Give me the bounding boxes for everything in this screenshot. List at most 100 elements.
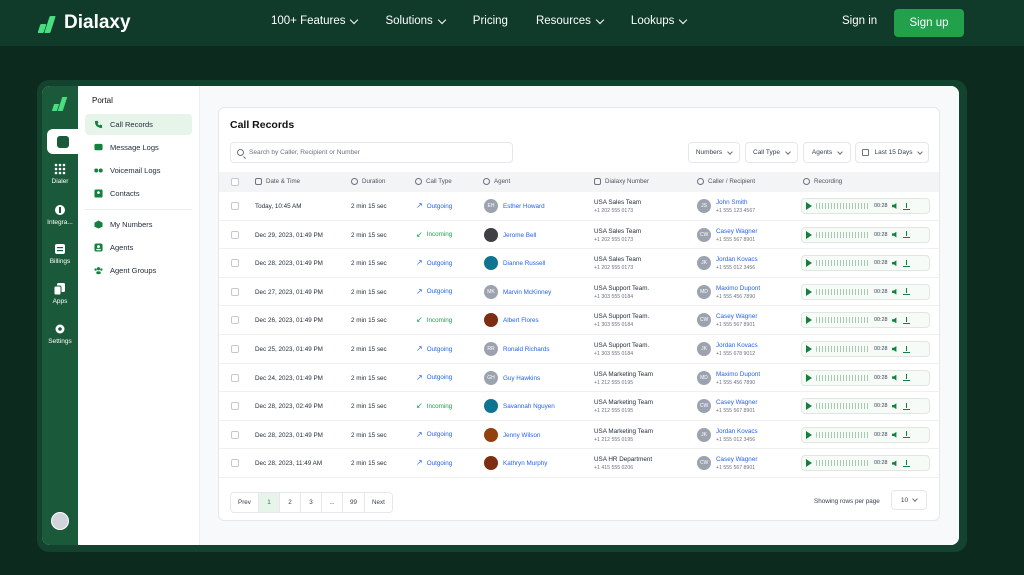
row-agent-link[interactable]: Esther Howard <box>503 203 545 210</box>
filter-call-type[interactable]: Call Type <box>745 142 798 163</box>
row-agent-link[interactable]: Jenny Wilson <box>503 432 540 439</box>
row-agent-link[interactable]: Guy Hawkins <box>503 375 540 382</box>
contact-link[interactable]: Jordan Kovacs <box>716 256 758 263</box>
sidebar-item-agents[interactable]: Agents <box>85 237 192 258</box>
sidebar-item-voicemail-logs[interactable]: Voicemail Logs <box>85 160 192 181</box>
column-dialaxy-number[interactable]: Dialaxy Number <box>594 178 649 185</box>
row-agent-link[interactable]: Kathryn Murphy <box>503 460 547 467</box>
row-checkbox[interactable] <box>231 259 239 268</box>
row-checkbox[interactable] <box>231 402 239 411</box>
play-icon[interactable] <box>806 430 812 439</box>
waveform[interactable] <box>816 203 870 209</box>
row-checkbox[interactable] <box>231 202 239 210</box>
row-checkbox[interactable] <box>231 316 239 325</box>
volume-icon[interactable] <box>891 431 897 438</box>
download-icon[interactable] <box>902 231 910 239</box>
download-icon[interactable] <box>902 459 910 467</box>
column-date-time[interactable]: Date & Time <box>255 178 300 185</box>
sidebar-item-contacts[interactable]: Contacts <box>85 183 192 204</box>
volume-icon[interactable] <box>891 288 897 295</box>
download-icon[interactable] <box>902 259 910 267</box>
rail-dialer[interactable]: Dialer <box>42 163 78 185</box>
rail-portal-button[interactable] <box>47 129 78 154</box>
nav-features[interactable]: 100+ Features <box>271 15 359 27</box>
next-page-button[interactable]: Next <box>364 493 392 512</box>
rows-per-page-select[interactable]: 10 <box>891 490 927 510</box>
column-agent[interactable]: Agent <box>483 178 510 185</box>
contact-link[interactable]: Casey Wagner <box>716 456 757 463</box>
rail-apps[interactable]: Apps <box>42 283 78 305</box>
column-duration[interactable]: Duration <box>351 178 385 185</box>
volume-icon[interactable] <box>891 374 897 381</box>
select-all-checkbox[interactable] <box>231 178 239 186</box>
nav-lookups[interactable]: Lookups <box>631 15 688 27</box>
contact-link[interactable]: Casey Wagner <box>716 313 757 320</box>
row-checkbox[interactable] <box>231 373 239 382</box>
download-icon[interactable] <box>902 202 910 210</box>
volume-icon[interactable] <box>891 203 897 209</box>
sign-up-button[interactable]: Sign up <box>894 9 964 37</box>
row-agent-link[interactable]: Dianne Russell <box>503 260 545 267</box>
column-recording[interactable]: Recording <box>803 178 842 185</box>
download-icon[interactable] <box>902 345 910 353</box>
volume-icon[interactable] <box>891 231 897 238</box>
page-button-2[interactable]: 2 <box>279 493 301 512</box>
table-row[interactable]: Dec 28, 2023, 01:49 PM 2 min 15 sec ↗ Outgo… <box>219 421 939 450</box>
waveform[interactable] <box>816 260 870 267</box>
row-checkbox[interactable] <box>231 345 239 353</box>
row-agent-link[interactable]: Savannah Nguyen <box>503 403 555 410</box>
table-row[interactable]: Dec 28, 2023, 01:49 PM 2 min 15 sec ↗ Outgo… <box>219 249 939 278</box>
download-icon[interactable] <box>902 374 910 382</box>
sidebar-item-message-logs[interactable]: Message Logs <box>85 137 192 158</box>
page-button-99[interactable]: 99 <box>342 493 365 512</box>
contact-link[interactable]: Casey Wagner <box>716 228 757 235</box>
play-icon[interactable] <box>806 345 812 353</box>
column-call-type[interactable]: Call Type <box>415 178 452 185</box>
row-agent-link[interactable]: Jerome Bell <box>503 232 536 239</box>
volume-icon[interactable] <box>891 346 897 352</box>
volume-icon[interactable] <box>891 403 897 410</box>
play-icon[interactable] <box>806 202 812 210</box>
page-button-3[interactable]: 3 <box>300 493 322 512</box>
sidebar-item-agent-groups[interactable]: Agent Groups <box>85 260 192 281</box>
contact-link[interactable]: Maximo Dupont <box>716 285 760 292</box>
user-avatar[interactable] <box>51 512 69 530</box>
download-icon[interactable] <box>902 316 910 324</box>
waveform[interactable] <box>816 460 870 467</box>
download-icon[interactable] <box>902 402 910 410</box>
prev-page-button[interactable]: Prev <box>231 493 259 512</box>
sign-in-link[interactable]: Sign in <box>842 15 877 27</box>
waveform[interactable] <box>816 317 870 324</box>
row-agent-link[interactable]: Marvin McKinney <box>503 289 551 296</box>
contact-link[interactable]: John Smith <box>716 199 755 206</box>
brand-logo[interactable]: Dialaxy <box>37 12 131 34</box>
table-row[interactable]: Dec 29, 2023, 01:49 PM 2 min 15 sec ↙ Incom… <box>219 221 939 250</box>
rail-integrations[interactable]: Integra... <box>42 204 78 226</box>
sidebar-item-call-records[interactable]: Call Records <box>85 114 192 135</box>
waveform[interactable] <box>816 346 870 352</box>
contact-link[interactable]: Jordan Kovacs <box>716 428 758 435</box>
waveform[interactable] <box>816 231 870 238</box>
contact-link[interactable]: Maximo Dupont <box>716 371 760 378</box>
waveform[interactable] <box>816 403 870 410</box>
filter-date-range[interactable]: Last 15 Days <box>855 142 929 163</box>
rail-billings[interactable]: Billings <box>42 243 78 265</box>
table-row[interactable]: Dec 27, 2023, 01:49 PM 2 min 15 sec ↗ Outgo… <box>219 278 939 307</box>
table-row[interactable]: Dec 25, 2023, 01:49 PM 2 min 15 sec ↗ Outgo… <box>219 335 939 364</box>
nav-pricing[interactable]: Pricing <box>473 15 508 27</box>
play-icon[interactable] <box>806 230 812 239</box>
play-icon[interactable] <box>806 373 812 382</box>
row-agent-link[interactable]: Ronald Richards <box>503 346 550 353</box>
waveform[interactable] <box>816 431 870 438</box>
table-row[interactable]: Dec 24, 2023, 01:49 PM 2 min 15 sec ↗ Outgo… <box>219 364 939 393</box>
page-button-1[interactable]: 1 <box>258 493 280 512</box>
search-input[interactable]: Search by Caller, Recipient or Number <box>230 142 513 163</box>
row-agent-link[interactable]: Albert Flores <box>503 317 539 324</box>
nav-resources[interactable]: Resources <box>536 15 605 27</box>
waveform[interactable] <box>816 288 870 295</box>
volume-icon[interactable] <box>891 460 897 467</box>
play-icon[interactable] <box>806 402 812 411</box>
contact-link[interactable]: Casey Wagner <box>716 399 757 406</box>
table-row[interactable]: Dec 28, 2023, 02:49 PM 2 min 15 sec ↙ Incom… <box>219 392 939 421</box>
volume-icon[interactable] <box>891 317 897 324</box>
